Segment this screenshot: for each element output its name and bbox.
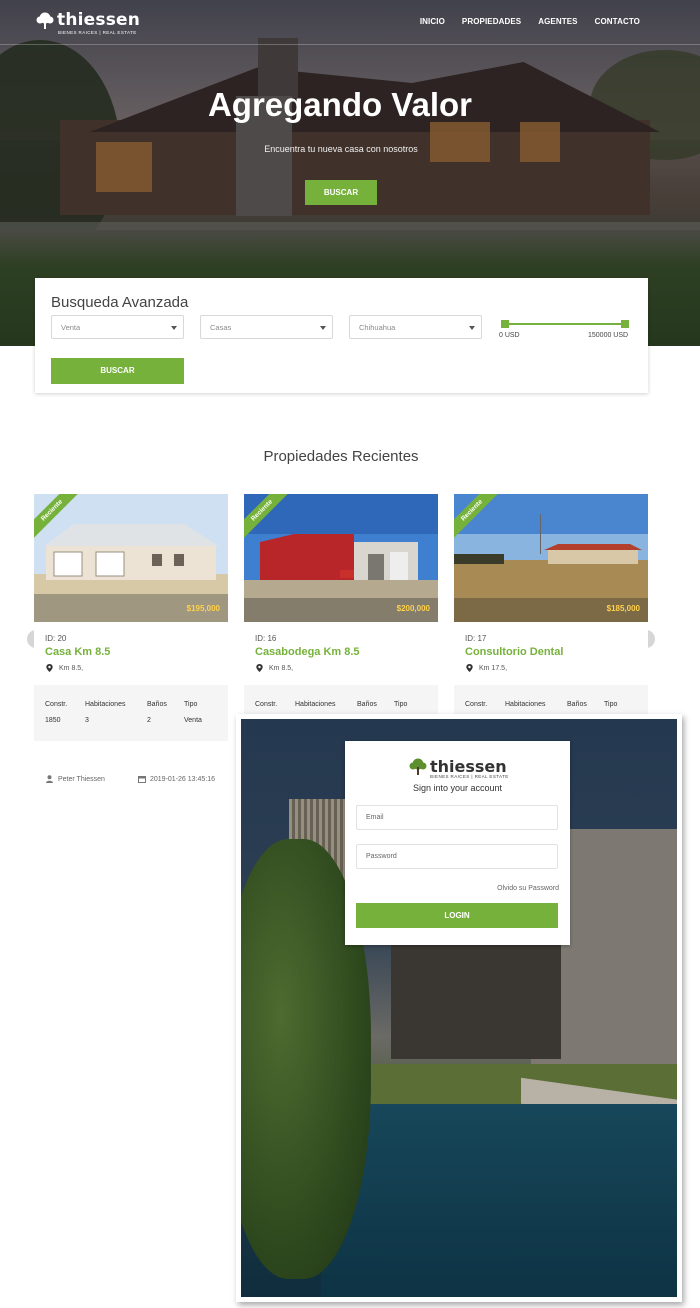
recent-properties-title: Propiedades Recientes (263, 448, 419, 465)
chevron-down-icon (320, 326, 326, 330)
spec-header-constr: Constr. (45, 701, 68, 708)
email-placeholder: Email (366, 814, 384, 821)
price-range-max-handle[interactable] (621, 320, 629, 328)
calendar-icon (138, 776, 146, 783)
spec-header-rooms: Habitaciones (505, 701, 546, 708)
top-navbar: thiessen BIENES RAICES | REAL ESTATE INI… (0, 0, 700, 45)
property-photo[interactable]: Reciente $200,000 (244, 494, 438, 622)
email-field[interactable]: Email (356, 805, 558, 830)
property-type-select[interactable]: Casas (200, 315, 333, 339)
price-range-max-label: 150000 USD (588, 332, 629, 339)
spec-header-constr: Constr. (465, 701, 488, 708)
map-pin-icon (46, 664, 53, 672)
main-nav: INICIO PROPIEDADES AGENTES CONTACTO (420, 17, 640, 26)
property-agent: Peter Thiessen (46, 775, 105, 783)
property-price: $200,000 (396, 604, 430, 613)
property-date-text: 2019-01-26 13:45:16 (150, 775, 215, 783)
login-form: thiessen BIENES RAICES | REAL ESTATE Sig… (345, 741, 570, 945)
spec-value-type: Venta (184, 717, 202, 724)
user-icon (46, 775, 53, 783)
spec-header-type: Tipo (394, 701, 408, 708)
search-title: Busqueda Avanzada (51, 294, 189, 311)
city-select[interactable]: Chihuahua (349, 315, 482, 339)
price-range-min-label: 0 USD (499, 332, 520, 339)
property-location: Km 17.5, (466, 664, 507, 672)
brand-name: thiessen (57, 10, 141, 30)
property-date: 2019-01-26 13:45:16 (138, 775, 215, 783)
spec-value-constr: 1850 (45, 717, 61, 724)
property-price: $195,000 (186, 604, 220, 613)
login-button[interactable]: LOGIN (356, 903, 558, 928)
property-footer: Peter Thiessen 2019-01-26 13:45:16 (34, 741, 228, 784)
price-range-min-handle[interactable] (501, 320, 509, 328)
property-photo[interactable]: Reciente $185,000 (454, 494, 648, 622)
property-photo[interactable]: Reciente $195,000 (34, 494, 228, 622)
property-id: ID: 17 (465, 634, 487, 643)
nav-agentes[interactable]: AGENTES (538, 17, 577, 26)
advanced-search-panel: Busqueda Avanzada Venta Casas Chihuahua … (35, 278, 648, 393)
chevron-down-icon (469, 326, 475, 330)
property-type-select-value: Casas (210, 323, 232, 332)
nav-contacto[interactable]: CONTACTO (595, 17, 640, 26)
operation-select-value: Venta (61, 323, 81, 332)
property-photo-house (34, 494, 228, 622)
property-card[interactable]: Reciente $195,000 ID: 20 Casa Km 8.5 Km … (34, 494, 228, 784)
advanced-search-button[interactable]: BUSCAR (51, 358, 184, 384)
spec-header-baths: Baños (147, 701, 167, 708)
property-info: ID: 17 Consultorio Dental Km 17.5, (454, 622, 648, 685)
login-subtitle: Sign into your account (412, 783, 503, 793)
spec-header-type: Tipo (604, 701, 618, 708)
spec-header-baths: Baños (567, 701, 587, 708)
property-name[interactable]: Consultorio Dental (465, 646, 563, 658)
property-photo-warehouse (244, 494, 438, 622)
property-agent-name: Peter Thiessen (58, 775, 105, 783)
property-name[interactable]: Casa Km 8.5 (45, 646, 110, 658)
price-range-slider[interactable] (501, 320, 629, 328)
login-logo: thiessen BIENES RAICES | REAL ESTATE (409, 757, 519, 780)
property-specs: Constr. Habitaciones Baños Tipo (244, 685, 438, 715)
city-select-value: Chihuahua (359, 323, 396, 332)
property-location-text: Km 8.5, (59, 664, 84, 672)
password-placeholder: Password (366, 853, 397, 860)
tree-logo-icon (36, 12, 54, 29)
property-name[interactable]: Casabodega Km 8.5 (255, 646, 360, 658)
property-id: ID: 16 (255, 634, 277, 643)
property-price: $185,000 (606, 604, 640, 613)
spec-header-rooms: Habitaciones (295, 701, 336, 708)
spec-header-constr: Constr. (255, 701, 278, 708)
spec-value-rooms: 3 (85, 717, 89, 724)
brand-tagline: BIENES RAICES | REAL ESTATE (430, 774, 509, 779)
property-specs: Constr. Habitaciones Baños Tipo 1850 3 2… (34, 685, 228, 741)
spec-header-rooms: Habitaciones (85, 701, 126, 708)
price-range-track (501, 323, 629, 325)
property-specs: Constr. Habitaciones Baños Tipo (454, 685, 648, 715)
forgot-password-link[interactable]: Olvido su Password (497, 885, 559, 892)
hero-title: Agregando Valor (207, 86, 473, 123)
property-location-text: Km 17.5, (479, 664, 508, 672)
map-pin-icon (466, 664, 473, 672)
property-location: Km 8.5, (46, 664, 83, 672)
spec-value-baths: 2 (147, 717, 151, 724)
site-logo[interactable]: thiessen BIENES RAICES | REAL ESTATE (36, 12, 140, 36)
chevron-down-icon (171, 326, 177, 330)
operation-select[interactable]: Venta (51, 315, 184, 339)
spec-header-baths: Baños (357, 701, 377, 708)
password-field[interactable]: Password (356, 844, 558, 869)
property-location: Km 8.5, (256, 664, 293, 672)
nav-inicio[interactable]: INICIO (420, 17, 445, 26)
nav-propiedades[interactable]: PROPIEDADES (462, 17, 521, 26)
bg-pool (321, 1104, 677, 1297)
property-id: ID: 20 (45, 634, 67, 643)
property-location-text: Km 8.5, (269, 664, 294, 672)
brand-tagline: BIENES RAICES | REAL ESTATE (58, 30, 137, 35)
tree-logo-icon (409, 758, 427, 775)
property-info: ID: 20 Casa Km 8.5 Km 8.5, (34, 622, 228, 685)
property-info: ID: 16 Casabodega Km 8.5 Km 8.5, (244, 622, 438, 685)
map-pin-icon (256, 664, 263, 672)
spec-header-type: Tipo (184, 701, 198, 708)
property-photo-clinic (454, 494, 648, 622)
hero-search-button[interactable]: BUSCAR (305, 180, 377, 205)
hero-subtitle: Encuentra tu nueva casa con nosotros (264, 144, 418, 154)
